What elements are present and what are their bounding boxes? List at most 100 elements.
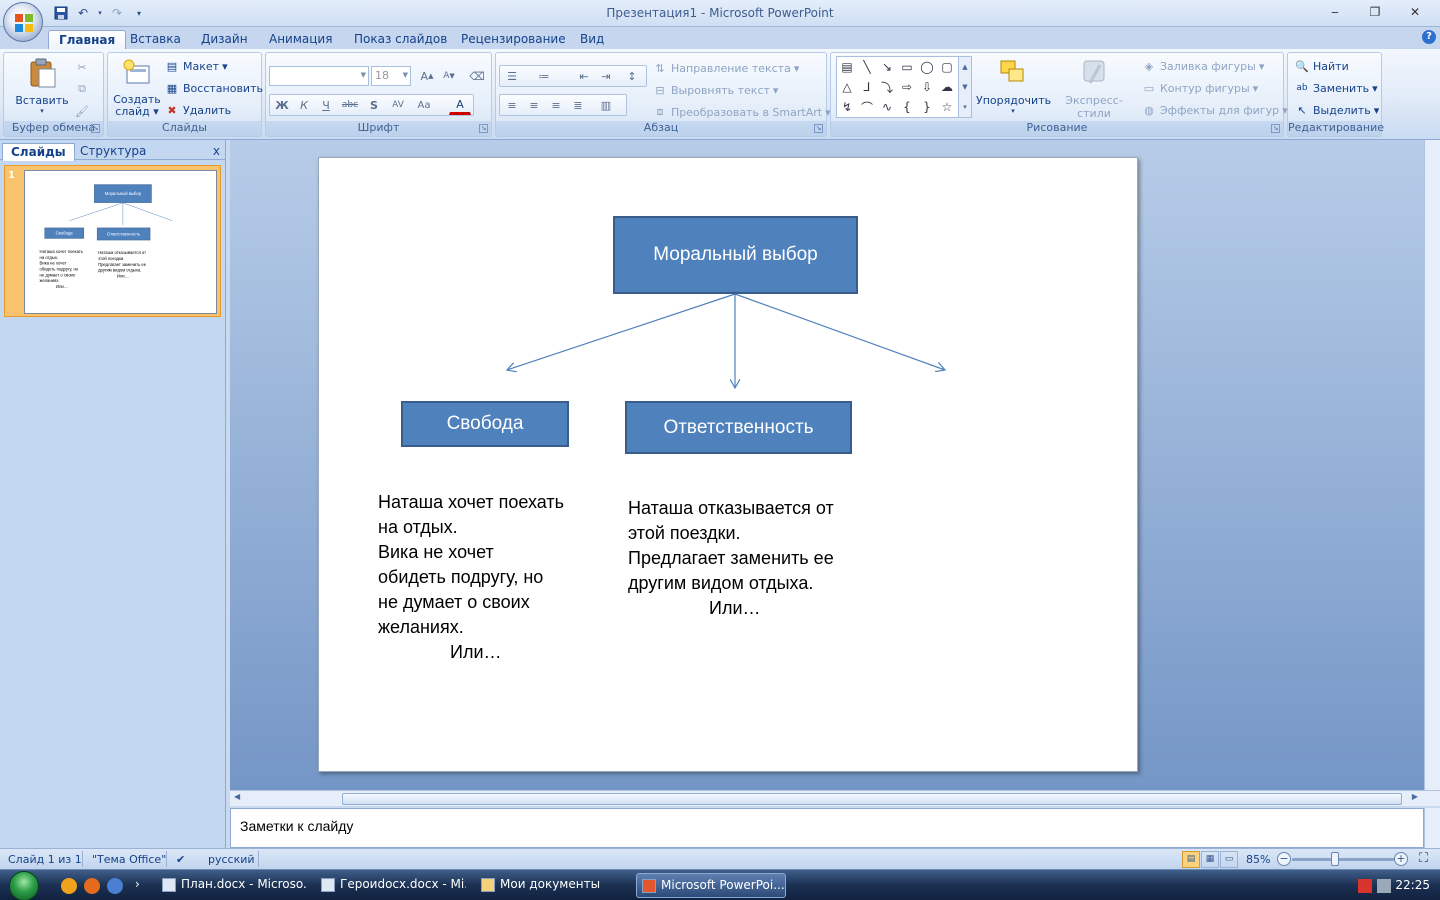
strikethrough-button[interactable]: abc bbox=[339, 95, 361, 115]
horizontal-scrollbar[interactable]: ◀ ▶ bbox=[230, 790, 1440, 806]
tab-insert[interactable]: Вставка bbox=[120, 30, 191, 50]
align-center-button[interactable]: ≡ bbox=[523, 95, 545, 115]
font-size-combo[interactable]: 18 ▼ bbox=[371, 66, 411, 86]
freedom-textbox[interactable]: Наташа хочет поехать на отдых. Вика не х… bbox=[378, 490, 588, 665]
justify-button[interactable]: ≣ bbox=[567, 95, 589, 115]
underline-button[interactable]: Ч bbox=[315, 95, 337, 115]
shrink-font-button[interactable]: A ▼ bbox=[438, 66, 460, 86]
copy-icon[interactable]: ⧉ bbox=[74, 81, 90, 97]
reset-button[interactable]: ▦ Восстановить bbox=[164, 78, 263, 98]
office-button[interactable] bbox=[3, 2, 43, 42]
clock[interactable]: 22:25 bbox=[1395, 878, 1430, 892]
minimize-button[interactable]: ‒ bbox=[1316, 2, 1354, 22]
start-button[interactable] bbox=[4, 870, 44, 900]
zoom-in-button[interactable]: + bbox=[1394, 852, 1408, 866]
down-arrow-shape-icon[interactable]: ⇩ bbox=[918, 78, 936, 96]
lightning-shape-icon[interactable]: ↯ bbox=[838, 98, 856, 116]
fit-to-window-icon[interactable]: ⛶ bbox=[1419, 851, 1428, 866]
antivirus-tray-icon[interactable] bbox=[1358, 879, 1372, 893]
responsibility-box[interactable]: Ответственность bbox=[625, 401, 852, 454]
close-button[interactable]: ✕ bbox=[1396, 2, 1434, 22]
smartart-button[interactable]: ⧈ Преобразовать в SmartArt ▾ bbox=[652, 102, 831, 122]
triangle-shape-icon[interactable]: △ bbox=[838, 78, 856, 96]
decrease-indent-button[interactable]: ⇤ bbox=[573, 66, 595, 86]
paste-button[interactable]: Вставить ▾ bbox=[14, 57, 70, 115]
network-tray-icon[interactable] bbox=[1377, 879, 1391, 893]
star-shape-icon[interactable]: ☆ bbox=[938, 98, 956, 116]
zoom-level[interactable]: 85% bbox=[1246, 853, 1270, 866]
columns-button[interactable]: ▥ bbox=[595, 95, 617, 115]
zoom-out-button[interactable]: − bbox=[1277, 852, 1291, 866]
right-arrow-shape-icon[interactable]: ⇨ bbox=[898, 78, 916, 96]
clipboard-launcher-icon[interactable]: ↘ bbox=[91, 124, 100, 133]
vertical-scrollbar[interactable] bbox=[1424, 140, 1440, 790]
shape-outline-button[interactable]: ▭ Контур фигуры ▾ bbox=[1141, 78, 1258, 98]
quick-styles-button[interactable]: Экспресс-стили ▾ bbox=[1051, 57, 1137, 128]
slide-sorter-button[interactable]: ▦ bbox=[1201, 851, 1219, 868]
pane-close-icon[interactable]: x bbox=[213, 144, 220, 158]
tab-design[interactable]: Дизайн bbox=[191, 30, 258, 50]
arrow-line-shape-icon[interactable]: ↘ bbox=[878, 58, 896, 76]
layout-button[interactable]: ▤ Макет ▾ bbox=[164, 56, 228, 76]
text-direction-button[interactable]: ⇅ Направление текста ▾ bbox=[652, 58, 799, 78]
textbox-shape-icon[interactable]: ▤ bbox=[838, 58, 856, 76]
quicklaunch-app-icon[interactable] bbox=[61, 878, 77, 894]
change-case-button[interactable]: Aa bbox=[413, 95, 435, 115]
slide-thumbnail-selected[interactable]: 1 Моральный выбор Свобода Ответственност… bbox=[4, 165, 221, 317]
freedom-box[interactable]: Свобода bbox=[401, 401, 569, 447]
numbering-button[interactable]: ≔ bbox=[533, 66, 555, 86]
font-launcher-icon[interactable]: ↘ bbox=[479, 124, 488, 133]
shapes-gallery[interactable]: ▤ ╲ ↘ ▭ ◯ ▢ △ ⅃ ⤵ ⇨ ⇩ ☁ ↯ ⌒ ∿ { } ☆ ▲ ▼ ▾ bbox=[836, 56, 972, 118]
align-left-button[interactable]: ≡ bbox=[501, 95, 523, 115]
taskbar-item-plan[interactable]: План.docx - Microso... bbox=[157, 873, 307, 898]
taskbar-item-heroes[interactable]: Героиdocx.docx - Mi... bbox=[316, 873, 466, 898]
tab-home[interactable]: Главная bbox=[48, 30, 127, 50]
elbow-connector-icon[interactable]: ⅃ bbox=[858, 78, 876, 96]
increase-indent-button[interactable]: ⇥ bbox=[595, 66, 617, 86]
shapes-gallery-scroll[interactable]: ▲ ▼ ▾ bbox=[958, 57, 971, 117]
arrange-button[interactable]: Упорядочить ▾ bbox=[976, 57, 1051, 115]
rectangle-shape-icon[interactable]: ▭ bbox=[898, 58, 916, 76]
scroll-left-icon[interactable]: ◀ bbox=[234, 792, 240, 801]
quicklaunch-more-icon[interactable]: › bbox=[135, 877, 140, 891]
tab-animation[interactable]: Анимация bbox=[259, 30, 342, 50]
curve-shape-icon[interactable]: ⌒ bbox=[858, 98, 876, 116]
help-icon[interactable]: ? bbox=[1422, 30, 1436, 44]
oval-shape-icon[interactable]: ◯ bbox=[918, 58, 936, 76]
tab-review[interactable]: Рецензирование bbox=[451, 30, 576, 50]
freeform-shape-icon[interactable]: ∿ bbox=[878, 98, 896, 116]
right-brace-shape-icon[interactable]: } bbox=[918, 98, 936, 116]
line-spacing-button[interactable]: ↕ bbox=[621, 66, 643, 86]
slide-canvas[interactable]: Моральный выбор Свобода Ответственность … bbox=[318, 157, 1138, 772]
font-name-combo[interactable]: ▼ bbox=[269, 66, 369, 86]
zoom-slider-knob[interactable] bbox=[1331, 852, 1339, 866]
horizontal-scroll-thumb[interactable] bbox=[342, 793, 1402, 805]
new-slide-button[interactable]: Создать слайд ▾ bbox=[112, 57, 162, 118]
spellcheck-icon[interactable]: ✔ bbox=[176, 853, 185, 866]
language-indicator[interactable]: русский bbox=[208, 853, 255, 866]
left-brace-shape-icon[interactable]: { bbox=[898, 98, 916, 116]
media-player-icon[interactable] bbox=[107, 878, 123, 894]
tab-slides[interactable]: Слайды bbox=[2, 143, 75, 161]
maximize-button[interactable]: ❐ bbox=[1356, 2, 1394, 22]
taskbar-item-documents[interactable]: Мои документы bbox=[476, 873, 626, 898]
paragraph-launcher-icon[interactable]: ↘ bbox=[814, 124, 823, 133]
align-right-button[interactable]: ≡ bbox=[545, 95, 567, 115]
tab-outline[interactable]: Структура bbox=[72, 143, 154, 161]
select-button[interactable]: ↖ Выделить ▾ bbox=[1294, 100, 1379, 120]
notes-scrollbar[interactable] bbox=[1424, 808, 1440, 848]
elbow-arrow-connector-icon[interactable]: ⤵ bbox=[878, 78, 896, 96]
zoom-slider[interactable] bbox=[1292, 858, 1396, 861]
font-color-button[interactable]: A bbox=[449, 95, 471, 115]
normal-view-button[interactable]: ▤ bbox=[1182, 851, 1200, 868]
shape-effects-button[interactable]: ◍ Эффекты для фигур ▾ bbox=[1141, 100, 1287, 120]
drawing-launcher-icon[interactable]: ↘ bbox=[1271, 124, 1280, 133]
taskbar-item-powerpoint[interactable]: Microsoft PowerPoi... bbox=[636, 873, 786, 898]
find-button[interactable]: 🔍 Найти bbox=[1294, 56, 1349, 76]
grow-font-button[interactable]: A ▲ bbox=[416, 66, 438, 86]
responsibility-textbox[interactable]: Наташа отказывается от этой поездки. Пре… bbox=[628, 496, 863, 621]
cut-icon[interactable]: ✂ bbox=[74, 59, 90, 75]
scroll-right-icon[interactable]: ▶ bbox=[1412, 792, 1418, 801]
tab-slideshow[interactable]: Показ слайдов bbox=[344, 30, 457, 50]
bullets-button[interactable]: ☰ bbox=[501, 66, 523, 86]
